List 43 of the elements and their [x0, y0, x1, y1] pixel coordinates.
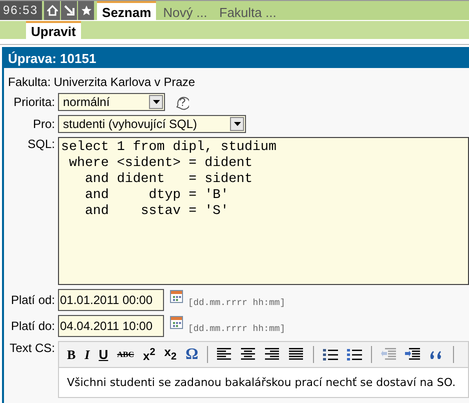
faculty-value: Univerzita Karlova v Praze [54, 75, 196, 89]
format-hint: [dd.mm.rrrr hh:mm] [188, 298, 286, 308]
tab[interactable]: Upravit [26, 21, 81, 39]
home-icon[interactable] [44, 1, 60, 20]
align-center-icon[interactable] [241, 348, 256, 361]
tab[interactable]: Nový ... [158, 1, 212, 20]
help-icon[interactable] [174, 94, 189, 110]
date-field[interactable]: 01.01.2011 00:00 [58, 289, 164, 311]
field-label: Fakulta: [8, 75, 51, 89]
bulleted-list-icon[interactable] [323, 348, 338, 361]
field-label: Priorita: [12, 95, 55, 109]
audience-select[interactable]: studenti (vyhovující SQL) [58, 115, 246, 133]
field-label: Pro: [32, 117, 55, 131]
strike-button[interactable]: ABC [117, 350, 134, 358]
numbered-list-icon[interactable] [347, 348, 362, 361]
align-right-icon[interactable] [265, 348, 280, 361]
format-hint: [dd.mm.rrrr hh:mm] [188, 324, 286, 334]
date-field[interactable]: 04.04.2011 10:00 [58, 315, 164, 337]
priority-select[interactable]: normální [58, 93, 165, 111]
calendar-icon[interactable] [170, 290, 183, 303]
sub-button[interactable]: x$_{2}$ [164, 346, 177, 363]
tab[interactable]: Fakulta ... [214, 1, 282, 20]
field-label: Platí do: [10, 319, 55, 333]
tab[interactable]: Seznam [97, 1, 156, 20]
sup-button[interactable]: x$^{2}$ [143, 348, 156, 362]
italic-button[interactable]: I [84, 348, 90, 361]
justify-icon[interactable] [289, 348, 304, 361]
editor-text[interactable]: Všichni studenti se zadanou bakalářskou prací nechť se dostaví na SO. [59, 368, 468, 397]
clock: 96:53 [0, 1, 42, 20]
bold-button[interactable]: B [67, 348, 76, 361]
field-label: Text CS: [8, 341, 55, 355]
field-label: SQL: [26, 137, 55, 151]
sql-field[interactable]: select 1 from dipl, studium where <sident> = dident and dident = sident and dtyp = 'B' and sstav = 'S' [58, 137, 469, 285]
field-label: Platí od: [10, 293, 55, 307]
caret-icon [152, 100, 160, 104]
calendar-icon[interactable] [170, 316, 183, 329]
indent-icon[interactable] [405, 348, 420, 361]
arrow-down-right-icon[interactable] [61, 1, 78, 20]
underline-button[interactable]: U [98, 348, 108, 361]
align-left-icon[interactable] [217, 348, 232, 361]
caret-icon [234, 122, 240, 126]
panel-header: Úprava: 10151 [2, 47, 469, 68]
omega-button[interactable]: Ω [186, 346, 198, 362]
